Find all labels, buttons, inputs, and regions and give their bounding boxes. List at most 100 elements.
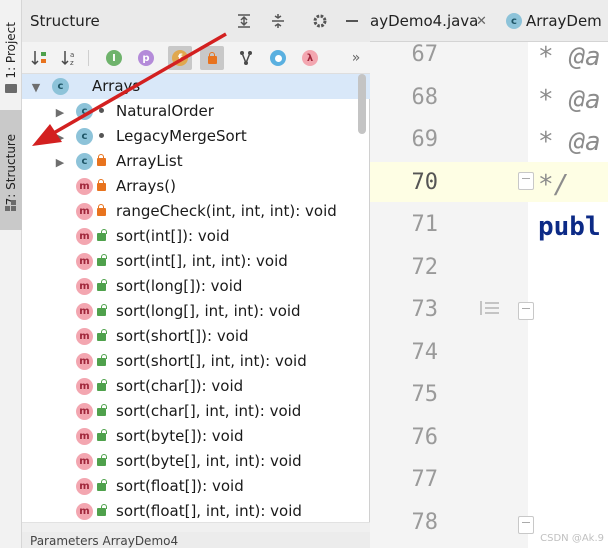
line-number: 69 (411, 127, 439, 152)
code-comment-line: */ (538, 169, 570, 200)
show-anonymous-button[interactable] (234, 46, 258, 70)
package-dot-icon (96, 130, 106, 140)
method-icon: m (76, 353, 93, 370)
tree-method-row[interactable]: m sort(byte[]): void (22, 424, 370, 449)
structure-tool-tab[interactable]: 7: Structure (0, 110, 22, 230)
structure-tree: ▼ c Arrays ▶ c NaturalOrder ▶ c LegacyMergeSort ▶… (22, 74, 370, 522)
tree-item-label: sort(long[]): void (116, 277, 243, 295)
tree-item-label: ArrayList (116, 152, 183, 170)
chevron-down-icon[interactable]: ▼ (30, 80, 42, 94)
lambda-icon: λ (302, 50, 318, 66)
collapse-all-icon[interactable] (268, 11, 288, 31)
line-number: 75 (411, 382, 439, 407)
show-inherited-button[interactable]: I (102, 46, 126, 70)
editor-tab[interactable]: c ArrayDem (506, 0, 602, 42)
sort-by-visibility-button[interactable] (28, 46, 52, 70)
method-icon: m (76, 178, 93, 195)
chevron-right-icon[interactable]: ▶ (54, 130, 66, 144)
expand-all-icon[interactable] (234, 11, 254, 31)
public-unlock-icon (96, 353, 107, 366)
method-icon: m (76, 303, 93, 320)
method-icon: m (76, 403, 93, 420)
code-comment-line: * @a (538, 127, 601, 157)
svg-text:a: a (70, 51, 74, 59)
ring-icon (270, 50, 286, 66)
fold-marker[interactable] (518, 516, 534, 534)
method-icon: m (76, 478, 93, 495)
tree-method-row[interactable]: m sort(short[], int, int): void (22, 349, 370, 374)
line-number: 71 (411, 212, 439, 237)
tree-class-row[interactable]: ▶ c ArrayList (22, 149, 370, 174)
method-icon: m (76, 503, 93, 520)
line-number: 77 (411, 467, 439, 492)
line-number: 70 (411, 169, 439, 195)
tree-item-label: rangeCheck(int, int, int): void (116, 202, 337, 220)
tree-item-label: sort(int[], int, int): void (116, 252, 288, 270)
show-lambdas-ring-button[interactable] (266, 46, 290, 70)
package-dot-icon (96, 105, 106, 115)
tree-class-row[interactable]: ▶ c LegacyMergeSort (22, 124, 370, 149)
tree-method-row[interactable]: m sort(float[], int, int): void (22, 499, 370, 522)
public-unlock-icon (96, 303, 107, 316)
horizontal-scrollbar[interactable] (22, 522, 370, 532)
code-comment-line: * @a (538, 42, 601, 72)
tree-item-label: Arrays (92, 77, 141, 95)
tree-method-row[interactable]: m sort(char[]): void (22, 374, 370, 399)
show-properties-button[interactable]: p (134, 46, 158, 70)
code-keyword-line: publ (538, 212, 601, 242)
chevron-right-icon[interactable]: ▶ (54, 105, 66, 119)
class-icon: c (76, 103, 93, 120)
tree-item-label: sort(char[], int, int): void (116, 402, 302, 420)
line-number: 76 (411, 424, 439, 450)
method-icon: m (76, 378, 93, 395)
method-icon: m (76, 428, 93, 445)
doc-list-icon (480, 300, 500, 316)
line-number: 67 (411, 42, 439, 67)
tree-method-row[interactable]: m sort(byte[], int, int): void (22, 449, 370, 474)
tree-method-row[interactable]: m sort(float[]): void (22, 474, 370, 499)
vertical-scrollbar[interactable] (358, 74, 366, 134)
tree-method-row[interactable]: m sort(char[], int, int): void (22, 399, 370, 424)
class-icon: c (52, 78, 69, 95)
fold-marker[interactable] (518, 302, 534, 320)
fold-marker[interactable] (518, 172, 534, 190)
tree-item-label: sort(short[]): void (116, 327, 249, 345)
tree-method-row[interactable]: m sort(long[], int, int): void (22, 299, 370, 324)
tree-class-row[interactable]: ▼ c Arrays (22, 74, 370, 99)
more-options-button[interactable]: » (344, 46, 368, 70)
tree-item-label: Arrays() (116, 177, 176, 195)
panel-title: Structure (30, 12, 100, 30)
structure-panel: Structure az I p f λ » ▼ c Arrays ▶ c Na… (22, 0, 370, 548)
chevron-right-icon[interactable]: ▶ (54, 155, 66, 169)
svg-text:z: z (70, 59, 74, 67)
tree-class-row[interactable]: ▶ c NaturalOrder (22, 99, 370, 124)
tree-item-label: sort(float[]): void (116, 477, 244, 495)
close-icon[interactable]: ✕ (476, 14, 487, 29)
tree-method-row[interactable]: m sort(long[]): void (22, 274, 370, 299)
minimize-icon[interactable] (342, 11, 362, 31)
tree-item-label: sort(long[], int, int): void (116, 302, 301, 320)
line-number: 73 (411, 297, 439, 322)
tree-method-row[interactable]: m sort(short[]): void (22, 324, 370, 349)
gear-icon[interactable] (310, 11, 330, 31)
tree-method-row[interactable]: m sort(int[]): void (22, 224, 370, 249)
tree-method-row[interactable]: m Arrays() (22, 174, 370, 199)
method-icon: m (76, 328, 93, 345)
class-icon: c (506, 13, 522, 29)
method-icon: m (76, 203, 93, 220)
public-unlock-icon (96, 278, 107, 291)
code-area[interactable]: * @a * @a * @a */ publ (528, 42, 608, 548)
project-tab-label: 1: Project (4, 21, 18, 79)
public-unlock-icon (96, 253, 107, 266)
show-lambdas-button[interactable]: λ (298, 46, 322, 70)
show-fields-button[interactable]: f (168, 46, 192, 70)
private-lock-icon (96, 178, 106, 191)
line-number: 68 (411, 84, 439, 110)
method-icon: m (76, 453, 93, 470)
tree-method-row[interactable]: m rangeCheck(int, int, int): void (22, 199, 370, 224)
class-icon: c (76, 153, 93, 170)
show-non-public-button[interactable] (200, 46, 224, 70)
sort-alphabetically-button[interactable]: az (58, 46, 82, 70)
tree-branch-icon (240, 51, 252, 65)
tree-method-row[interactable]: m sort(int[], int, int): void (22, 249, 370, 274)
